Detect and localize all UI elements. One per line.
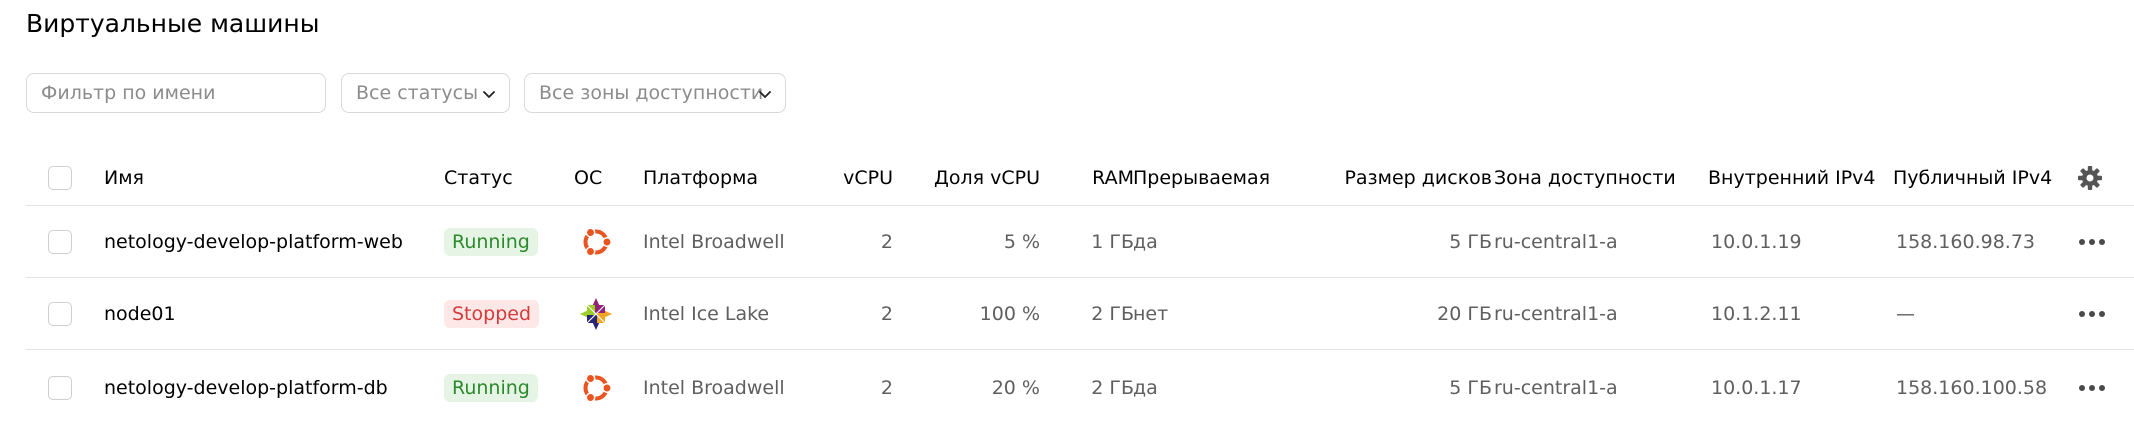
os-cell <box>578 278 614 349</box>
row-actions-cell <box>2079 206 2109 277</box>
vm-name[interactable]: netology-develop-platform-web <box>104 206 403 277</box>
public-ip: 158.160.100.58 <box>1896 376 2048 399</box>
table-row[interactable]: netology-develop-platform-db Running Int… <box>26 350 2134 425</box>
row-checkbox[interactable] <box>48 229 72 254</box>
gear-icon[interactable] <box>2076 164 2104 192</box>
page-title: Виртуальные машины <box>26 9 320 38</box>
column-header-vcpu-share[interactable]: Доля vCPU <box>906 150 1040 205</box>
zone: ru-central1-a <box>1494 230 1618 253</box>
vcpu-share: 100 % <box>979 302 1040 325</box>
preemptible: нет <box>1133 302 1169 325</box>
status-cell: Running <box>444 350 538 425</box>
chevron-down-icon <box>759 91 771 98</box>
column-header-ram[interactable]: RAM <box>1056 150 1134 205</box>
table-settings-cell <box>2076 150 2106 205</box>
zone-filter-select[interactable]: Все зоны доступности <box>524 73 786 113</box>
column-header-platform[interactable]: Платформа <box>643 150 758 205</box>
zone: ru-central1-a <box>1494 376 1618 399</box>
row-checkbox[interactable] <box>48 301 72 326</box>
more-actions-icon[interactable] <box>2079 384 2105 391</box>
status-badge: Stopped <box>444 299 540 328</box>
row-checkbox-cell <box>48 278 78 349</box>
platform: Intel Broadwell <box>643 230 785 253</box>
internal-ip: 10.0.1.19 <box>1711 230 1802 253</box>
vcpu-share: 5 % <box>1003 230 1040 253</box>
column-header-os[interactable]: ОС <box>574 150 602 205</box>
platform: Intel Ice Lake <box>643 302 770 325</box>
table-row[interactable]: node01 Stopped Intel Ice Lake 2 100 % 2 … <box>26 278 2134 350</box>
preemptible: да <box>1133 376 1158 399</box>
public-ip: — <box>1896 302 1915 325</box>
table-header: Имя Статус ОС Платформа vCPU Доля vCPU R… <box>26 150 2134 206</box>
column-header-status[interactable]: Статус <box>444 150 513 205</box>
ubuntu-icon <box>583 373 612 402</box>
disk-size: 5 ГБ <box>1449 230 1492 253</box>
vcpu-share: 20 % <box>991 376 1040 399</box>
status-filter-label: Все статусы <box>356 82 479 104</box>
row-actions-cell <box>2079 278 2109 349</box>
more-actions-icon[interactable] <box>2079 310 2105 317</box>
row-checkbox-cell <box>48 206 78 277</box>
column-header-preemptible[interactable]: Прерываемая <box>1133 150 1270 205</box>
vm-name[interactable]: node01 <box>104 278 176 349</box>
select-all-checkbox[interactable] <box>48 165 72 190</box>
public-ip: 158.160.98.73 <box>1896 230 2036 253</box>
select-all-checkbox-cell <box>48 150 78 205</box>
column-header-zone[interactable]: Зона доступности <box>1494 150 1676 205</box>
vm-name[interactable]: netology-develop-platform-db <box>104 350 388 425</box>
status-badge: Running <box>444 373 538 402</box>
name-filter-input[interactable]: Фильтр по имени <box>26 73 326 113</box>
status-cell: Stopped <box>444 278 540 349</box>
status-badge: Running <box>444 227 538 256</box>
zone: ru-central1-a <box>1494 302 1618 325</box>
disk-size: 5 ГБ <box>1449 376 1492 399</box>
internal-ip: 10.1.2.11 <box>1711 302 1802 325</box>
centos-icon <box>580 297 612 330</box>
column-header-disk-size[interactable]: Размер дисков <box>1316 150 1492 205</box>
ram: 1 ГБ <box>1091 230 1134 253</box>
ram: 2 ГБ <box>1091 302 1134 325</box>
column-header-public-ip[interactable]: Публичный IPv4 <box>1893 150 2052 205</box>
disk-size: 20 ГБ <box>1437 302 1492 325</box>
vcpu: 2 <box>880 302 893 325</box>
os-cell <box>578 350 614 425</box>
zone-filter-label: Все зоны доступности <box>539 82 764 104</box>
row-checkbox[interactable] <box>48 375 72 400</box>
preemptible: да <box>1133 230 1158 253</box>
more-actions-icon[interactable] <box>2079 238 2105 245</box>
row-checkbox-cell <box>48 350 78 425</box>
status-filter-select[interactable]: Все статусы <box>341 73 510 113</box>
column-header-vcpu[interactable]: vCPU <box>808 150 893 205</box>
internal-ip: 10.0.1.17 <box>1711 376 1802 399</box>
vcpu: 2 <box>880 376 893 399</box>
status-cell: Running <box>444 206 538 277</box>
os-cell <box>578 206 614 277</box>
ram: 2 ГБ <box>1091 376 1134 399</box>
column-header-internal-ip[interactable]: Внутренний IPv4 <box>1708 150 1876 205</box>
chevron-down-icon <box>483 91 495 98</box>
vcpu: 2 <box>880 230 893 253</box>
table-row[interactable]: netology-develop-platform-web Running In… <box>26 206 2134 278</box>
platform: Intel Broadwell <box>643 376 785 399</box>
row-actions-cell <box>2079 350 2109 425</box>
ubuntu-icon <box>583 227 612 256</box>
column-header-name[interactable]: Имя <box>104 150 144 205</box>
